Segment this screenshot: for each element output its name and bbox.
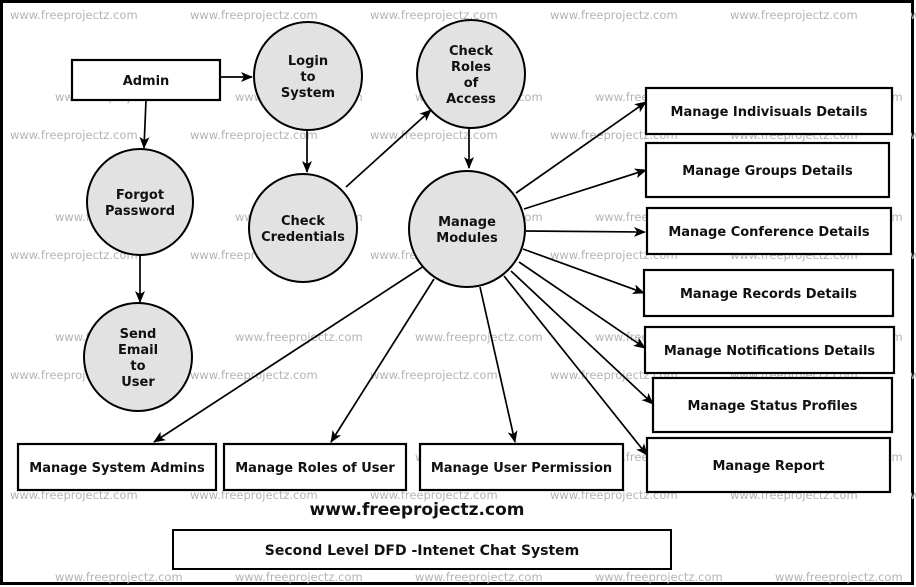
flow-arrow-modules-to-conf [525,226,646,237]
process-label: Password [105,204,175,219]
process-label: Manage [438,215,496,230]
watermark-text: www.freeprojectz.com [55,570,183,584]
process-label: User [121,375,155,390]
process-label: Check [449,44,493,59]
process-label: Access [446,92,496,107]
watermark-text: www.freeprojectz.com [415,570,543,584]
watermark-text: www.freeprojectz.com [190,368,318,382]
entity-perm: Manage User Permission [418,442,625,492]
watermark-text: www.freeprojectz.com [190,8,318,22]
entity-label: Manage System Admins [29,461,205,476]
watermark-text: www.freeprojectz.com [910,8,916,22]
process-label: Email [118,343,158,358]
watermark-text: www.freeprojectz.com [10,8,138,22]
entity-groups: Manage Groups Details [644,141,891,199]
watermark-text: www.freeprojectz.com [910,488,916,502]
entity-label: Manage Report [712,459,824,474]
process-label: Login [288,54,328,69]
watermark-text: www.freeprojectz.com [370,128,498,142]
dfd-canvas: www.freeprojectz.com www.freeprojectz.com… [0,0,916,585]
watermark-text: www.freeprojectz.com [550,8,678,22]
entity-label: Manage Groups Details [682,164,853,179]
entity-label: Manage Records Details [680,287,857,302]
entity-label: Manage Notifications Details [664,344,876,359]
process-email: SendEmailtoUser [83,302,193,412]
entity-conf: Manage Conference Details [645,206,893,256]
process-label: Modules [436,231,498,246]
process-roleschk: CheckRolesofAccess [416,19,526,129]
entity-label: Manage Indivisuals Details [671,105,868,120]
entity-report: Manage Report [645,436,892,494]
process-modules: ManageModules [408,170,526,288]
website-caption: www.freeprojectz.com [310,500,525,520]
process-label: Check [281,214,325,229]
watermark-text: www.freeprojectz.com [775,570,903,584]
watermark-text: www.freeprojectz.com [235,570,363,584]
entity-label: Manage Roles of User [235,461,395,476]
watermark-text: www.freeprojectz.com [415,330,543,344]
watermark-text: www.freeprojectz.com [595,570,723,584]
watermark-text: www.freeprojectz.com [910,368,916,382]
watermark-text: www.freeprojectz.com [10,128,138,142]
entity-label: Manage Conference Details [668,225,870,240]
watermark-text: www.freeprojectz.com [910,128,916,142]
entity-status: Manage Status Profiles [651,376,894,434]
entity-roles: Manage Roles of User [222,442,408,492]
diagram-title-box: Second Level DFD -Intenet Chat System [172,529,672,570]
watermark-text: www.freeprojectz.com [370,368,498,382]
process-label: of [464,76,479,91]
process-login: LogintoSystem [253,21,363,131]
process-label: to [300,70,315,85]
diagram-title: Second Level DFD -Intenet Chat System [265,543,580,559]
process-label: Send [120,327,157,342]
entity-label: Manage User Permission [431,461,612,476]
process-label: to [130,359,145,374]
entity-notif: Manage Notifications Details [643,325,896,375]
watermark-text: www.freeprojectz.com [730,8,858,22]
process-label: Forgot [116,188,164,203]
process-label: System [281,86,335,101]
entity-label: Manage Status Profiles [688,399,858,414]
watermark-text: www.freeprojectz.com [235,330,363,344]
entity-label: Admin [123,74,170,89]
entity-admin: Admin [70,58,222,102]
watermark-text: www.freeprojectz.com [910,248,916,262]
entity-indiv: Manage Indivisuals Details [644,86,894,136]
process-forgot: ForgotPassword [86,148,194,256]
entity-sysadmins: Manage System Admins [16,442,218,492]
process-label: Roles [451,60,491,75]
entity-records: Manage Records Details [642,268,895,318]
process-creds: CheckCredentials [248,173,358,283]
process-label: Credentials [261,230,345,245]
